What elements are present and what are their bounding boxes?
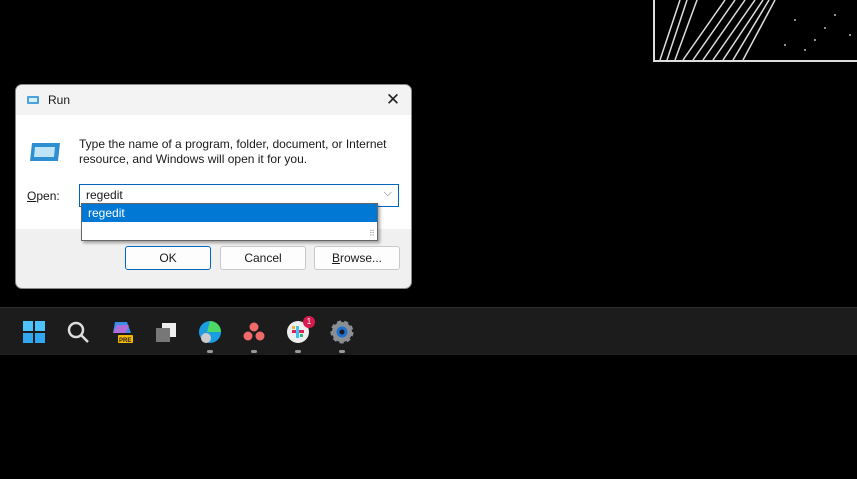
window-thumbnail	[653, 0, 857, 62]
title-bar: Run	[16, 85, 411, 115]
asana-icon	[243, 322, 265, 341]
close-button[interactable]: ✕	[383, 90, 403, 110]
edge-button[interactable]	[194, 316, 226, 353]
cancel-button[interactable]: Cancel	[220, 246, 306, 270]
run-large-icon	[30, 143, 60, 161]
running-indicator	[207, 350, 213, 353]
run-dialog: Run ✕ Type the name of a program, folder…	[15, 84, 412, 289]
task-view-button[interactable]	[150, 316, 182, 348]
close-icon: ✕	[385, 90, 401, 109]
asana-button[interactable]	[238, 316, 270, 353]
task-view-icon	[156, 323, 176, 342]
running-indicator	[251, 350, 257, 353]
dialog-title: Run	[48, 93, 71, 107]
settings-button[interactable]	[326, 316, 358, 353]
open-label: Open:	[27, 189, 60, 203]
running-indicator	[339, 350, 345, 353]
start-icon	[23, 321, 45, 343]
thumbnail-image	[659, 0, 851, 60]
open-input[interactable]: regedit	[86, 188, 123, 202]
copilot-icon: PRE	[113, 322, 133, 344]
dropdown-option[interactable]: regedit	[82, 204, 377, 222]
description-text: Type the name of a program, folder, docu…	[79, 137, 387, 166]
search-icon	[67, 321, 89, 343]
slack-button[interactable]: 1	[282, 316, 315, 353]
start-button[interactable]	[18, 316, 50, 348]
autocomplete-dropdown: regedit ⠿	[81, 203, 378, 241]
edge-icon	[199, 321, 221, 343]
settings-icon	[330, 320, 354, 344]
notification-badge: 1	[303, 316, 315, 328]
running-indicator	[295, 350, 301, 353]
copilot-button[interactable]: PRE	[106, 316, 138, 348]
run-icon	[27, 96, 39, 104]
ok-button[interactable]: OK	[125, 246, 211, 270]
search-button[interactable]	[62, 316, 94, 348]
taskbar: PRE 1	[0, 307, 857, 355]
chevron-down-icon[interactable]: ⌵	[384, 187, 392, 200]
svg-text:PRE: PRE	[119, 338, 131, 344]
browse-button[interactable]: Browse...	[314, 246, 400, 270]
resize-grip-icon[interactable]: ⠿	[369, 229, 375, 238]
